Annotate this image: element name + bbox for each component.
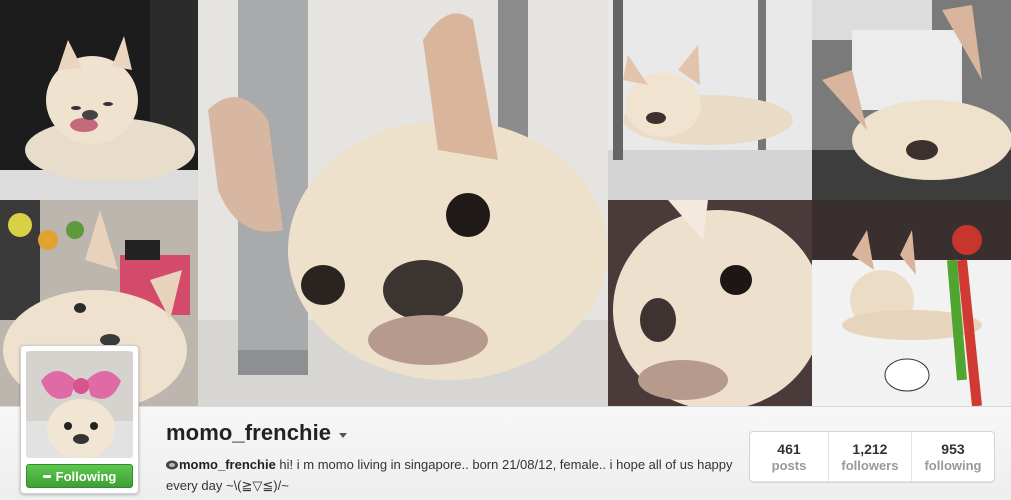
photo-tile-3[interactable] <box>198 0 608 406</box>
photo-dog-face <box>608 200 812 406</box>
photo-tile-1[interactable] <box>0 0 198 200</box>
photo-tile-4[interactable] <box>608 0 812 200</box>
photo-dog-smiling <box>0 0 198 200</box>
stat-posts[interactable]: 461 posts <box>750 432 828 482</box>
stat-followers[interactable]: 1,212 followers <box>827 432 911 482</box>
stat-posts-count: 461 <box>777 441 801 457</box>
badge-icon <box>166 460 178 470</box>
caret-down-icon[interactable] <box>339 432 348 438</box>
stat-posts-label: posts <box>771 458 807 473</box>
profile-stats: 461 posts 1,212 followers 953 following <box>749 431 995 483</box>
avatar[interactable] <box>26 351 133 458</box>
photo-dog-sleeping <box>812 0 1011 200</box>
bio-handle[interactable]: momo_frenchie <box>179 457 276 472</box>
photo-tile-5[interactable] <box>812 0 1011 200</box>
cover-photo-mosaic <box>0 0 1011 406</box>
avatar-photo <box>26 351 133 458</box>
following-button[interactable]: Following <box>26 464 133 488</box>
username-row: momo_frenchie <box>166 420 348 446</box>
photo-tile-6[interactable] <box>608 200 812 406</box>
photo-dog-with-rope-toy <box>812 200 1011 406</box>
stat-following-label: following <box>924 458 982 473</box>
profile-avatar-card: Following <box>20 345 139 494</box>
following-button-label: Following <box>55 468 117 484</box>
stat-following[interactable]: 953 following <box>910 432 994 482</box>
photo-tile-7[interactable] <box>812 200 1011 406</box>
photo-dog-closeup <box>198 0 608 406</box>
profile-username: momo_frenchie <box>166 420 332 445</box>
stat-followers-label: followers <box>841 458 899 473</box>
check-icon <box>42 474 51 478</box>
stat-following-count: 953 <box>941 441 965 457</box>
photo-dog-lying <box>608 0 812 200</box>
stat-followers-count: 1,212 <box>852 441 888 457</box>
profile-bio: momo_frenchie hi! i m momo living in sin… <box>166 454 746 496</box>
